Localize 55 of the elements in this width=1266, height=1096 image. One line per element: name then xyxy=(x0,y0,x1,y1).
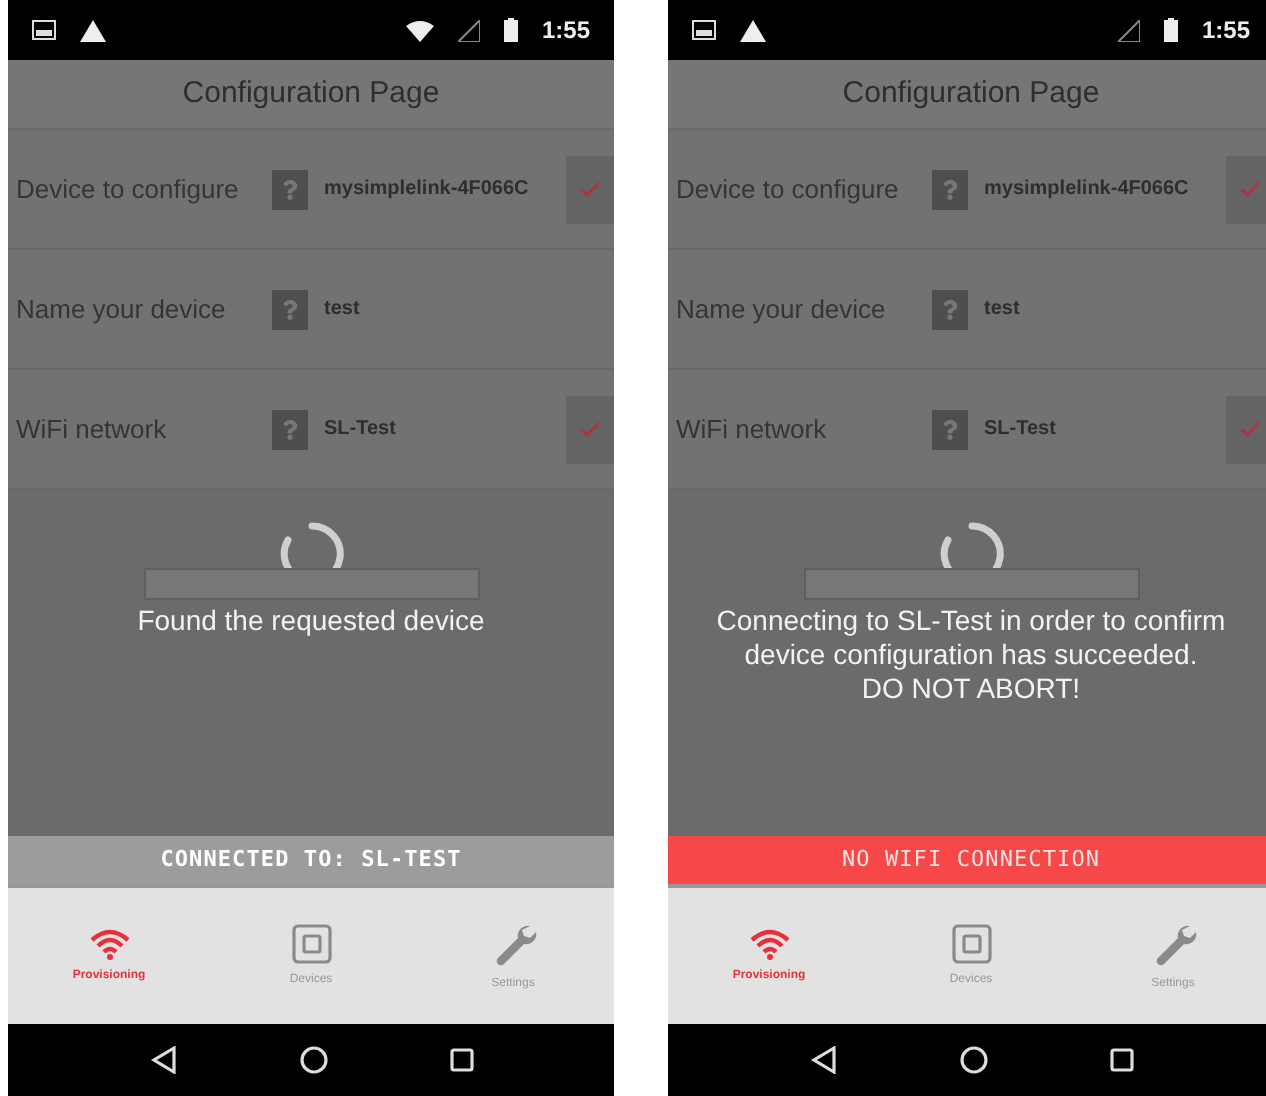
home-icon[interactable] xyxy=(299,1046,327,1074)
status-message: Found the requested device xyxy=(137,604,485,638)
page-title: Configuration Page xyxy=(842,73,1100,114)
back-icon[interactable] xyxy=(149,1046,177,1074)
warning-icon xyxy=(80,19,106,41)
input-field[interactable]: SL-Test xyxy=(324,395,566,463)
input-field[interactable]: SL-Test xyxy=(984,395,1226,463)
battery-icon xyxy=(1163,18,1178,42)
device-square-icon xyxy=(951,923,991,963)
help-icon[interactable] xyxy=(932,169,968,209)
clock-time: 1:55 xyxy=(1201,14,1250,48)
warning-icon xyxy=(740,19,766,41)
field-label: Name your device xyxy=(16,291,228,328)
confirm-checkbox[interactable] xyxy=(1226,155,1266,223)
field-label: WiFi network xyxy=(676,411,829,448)
recents-icon[interactable] xyxy=(1109,1048,1133,1072)
help-icon[interactable] xyxy=(932,289,968,329)
confirm-checkbox[interactable] xyxy=(1226,395,1266,463)
wifi-icon xyxy=(89,927,129,959)
banner-text: CONNECTED TO: SL-TEST xyxy=(160,843,462,876)
clock-time: 1:55 xyxy=(541,14,590,48)
wifi-signal-icon xyxy=(405,19,434,41)
cell-signal-icon xyxy=(457,19,480,41)
field-label: Name your device xyxy=(676,291,888,328)
status-message: device configuration has succeeded. xyxy=(744,638,1198,672)
help-icon[interactable] xyxy=(272,169,308,209)
image-icon xyxy=(692,20,716,40)
page-title: Configuration Page xyxy=(182,73,440,114)
input-field[interactable]: test xyxy=(984,275,1266,343)
home-icon[interactable] xyxy=(959,1046,987,1074)
confirm-checkbox[interactable] xyxy=(566,155,614,223)
back-icon[interactable] xyxy=(809,1046,837,1074)
check-icon xyxy=(1238,177,1262,201)
status-message: DO NOT ABORT! xyxy=(861,672,1081,706)
field-label: WiFi network xyxy=(16,411,169,448)
recents-icon[interactable] xyxy=(449,1048,473,1072)
field-label: Device to configure xyxy=(676,171,901,208)
check-icon xyxy=(578,417,602,441)
battery-icon xyxy=(503,18,518,42)
help-icon[interactable] xyxy=(272,409,308,449)
check-icon xyxy=(1238,417,1262,441)
status-message: Connecting to SL-Test in order to confirm xyxy=(716,604,1226,638)
image-icon xyxy=(32,20,56,40)
input-field[interactable]: test xyxy=(324,275,614,343)
check-icon xyxy=(578,177,602,201)
confirm-checkbox[interactable] xyxy=(566,395,614,463)
banner-text: NO WIFI CONNECTION xyxy=(841,843,1101,876)
help-icon[interactable] xyxy=(932,409,968,449)
cell-signal-icon xyxy=(1117,19,1140,41)
device-square-icon xyxy=(291,923,331,963)
wifi-icon xyxy=(749,927,789,959)
input-field[interactable]: mysimplelink-4F066C xyxy=(324,155,566,223)
input-field[interactable]: mysimplelink-4F066C xyxy=(984,155,1226,223)
field-label: Device to configure xyxy=(16,171,241,208)
help-icon[interactable] xyxy=(272,289,308,329)
